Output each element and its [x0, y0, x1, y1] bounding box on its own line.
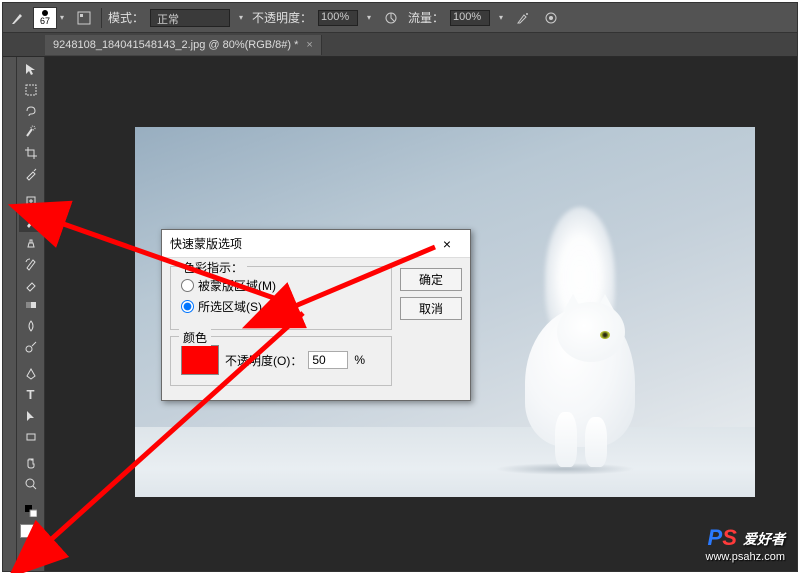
pen-tool[interactable] [19, 364, 43, 385]
toolbox: T [17, 57, 45, 571]
brush-panel-toggle-icon[interactable] [73, 7, 95, 29]
radio-masked-areas[interactable]: 被蒙版区域(M) [181, 277, 381, 294]
color-indicates-fieldset: 色彩指示： 被蒙版区域(M) 所选区域(S) [170, 266, 392, 330]
chevron-down-icon[interactable]: ▾ [364, 7, 374, 29]
document-tab[interactable]: 9248108_184041548143_2.jpg @ 80%(RGB/8#)… [45, 35, 322, 55]
chevron-down-icon[interactable]: ▾ [57, 7, 67, 29]
gradient-tool[interactable] [19, 295, 43, 316]
opacity-label: 不透明度(O)： [225, 352, 302, 369]
mode-label: 模式： [108, 9, 144, 26]
path-selection-tool[interactable] [19, 405, 43, 426]
color-indicates-legend: 色彩指示： [179, 259, 247, 276]
flow-label: 流量： [408, 9, 444, 26]
close-icon[interactable]: × [306, 39, 312, 51]
blend-mode-select[interactable]: 正常 [150, 9, 230, 27]
radio-selected-areas[interactable]: 所选区域(S) [181, 298, 381, 315]
zoom-tool[interactable] [19, 474, 43, 495]
flow-field[interactable]: 100% [450, 10, 490, 26]
brush-tool[interactable] [19, 211, 43, 232]
default-colors-icon[interactable] [19, 501, 43, 522]
opacity-field[interactable]: 100% [318, 10, 358, 26]
radio-input-selected[interactable] [181, 300, 194, 313]
opacity-label: 不透明度： [252, 9, 312, 26]
image-ground [135, 427, 755, 497]
close-icon[interactable]: × [432, 234, 462, 254]
watermark: PS 爱好者 www.psahz.com [706, 525, 785, 563]
app-frame: 67 ▾ 模式： 正常 ▾ 不透明度： 100% ▾ 流量： 100% ▾ 92… [2, 2, 798, 572]
brush-preset-picker[interactable]: 67 ▾ [33, 7, 67, 29]
color-swatches[interactable] [20, 524, 42, 545]
rectangle-tool[interactable] [19, 426, 43, 447]
opacity-input[interactable] [308, 351, 348, 369]
chevron-down-icon[interactable]: ▾ [236, 7, 246, 29]
move-tool[interactable] [19, 59, 43, 80]
options-bar: 67 ▾ 模式： 正常 ▾ 不透明度： 100% ▾ 流量： 100% ▾ [3, 3, 797, 33]
document-tab-title: 9248108_184041548143_2.jpg @ 80%(RGB/8#)… [53, 39, 298, 51]
divider [101, 8, 102, 28]
brush-size-value: 67 [40, 16, 50, 26]
airbrush-icon[interactable] [512, 7, 534, 29]
color-fieldset: 颜色 不透明度(O)： % [170, 336, 392, 386]
hand-tool[interactable] [19, 453, 43, 474]
chevron-down-icon[interactable]: ▾ [496, 7, 506, 29]
opacity-unit: % [354, 353, 365, 367]
quick-selection-tool[interactable] [19, 122, 43, 143]
quick-mask-options-dialog: 快速蒙版选项 × 色彩指示： 被蒙版区域(M) 所选区域(S) 颜色 [161, 229, 471, 401]
pressure-size-icon[interactable] [540, 7, 562, 29]
dialog-body: 色彩指示： 被蒙版区域(M) 所选区域(S) 颜色 不透明度(O)： [162, 258, 470, 400]
dialog-title-text: 快速蒙版选项 [170, 235, 242, 252]
cancel-button[interactable]: 取消 [400, 297, 462, 320]
type-tool[interactable]: T [19, 384, 43, 405]
foreground-color-swatch[interactable] [20, 524, 34, 538]
eyedropper-tool[interactable] [19, 164, 43, 185]
ok-button[interactable]: 确定 [400, 268, 462, 291]
image-subject-cat [495, 207, 655, 467]
crop-tool[interactable] [19, 143, 43, 164]
dialog-titlebar[interactable]: 快速蒙版选项 × [162, 230, 470, 258]
collapsed-panel-strip[interactable] [3, 57, 17, 571]
radio-label-selected: 所选区域(S) [198, 298, 262, 315]
history-brush-tool[interactable] [19, 253, 43, 274]
watermark-logo: PS 爱好者 [706, 525, 785, 551]
watermark-url: www.psahz.com [706, 551, 785, 563]
brush-preview: 67 [33, 7, 57, 29]
quick-mask-mode[interactable] [19, 550, 43, 571]
document-tab-bar: 9248108_184041548143_2.jpg @ 80%(RGB/8#)… [3, 33, 797, 57]
blend-mode-value: 正常 [157, 14, 179, 26]
dodge-tool[interactable] [19, 337, 43, 358]
lasso-tool[interactable] [19, 101, 43, 122]
mask-color-swatch[interactable] [181, 345, 219, 375]
spot-healing-brush-tool[interactable] [19, 190, 43, 211]
clone-stamp-tool[interactable] [19, 232, 43, 253]
opacity-value: 100% [321, 11, 349, 23]
current-tool-icon [9, 9, 27, 27]
pressure-opacity-icon[interactable] [380, 7, 402, 29]
color-legend: 颜色 [179, 329, 211, 346]
eraser-tool[interactable] [19, 274, 43, 295]
radio-label-masked: 被蒙版区域(M) [198, 277, 276, 294]
radio-input-masked[interactable] [181, 279, 194, 292]
blur-tool[interactable] [19, 316, 43, 337]
rectangular-marquee-tool[interactable] [19, 80, 43, 101]
flow-value: 100% [453, 11, 481, 23]
watermark-brand: 爱好者 [743, 531, 785, 547]
